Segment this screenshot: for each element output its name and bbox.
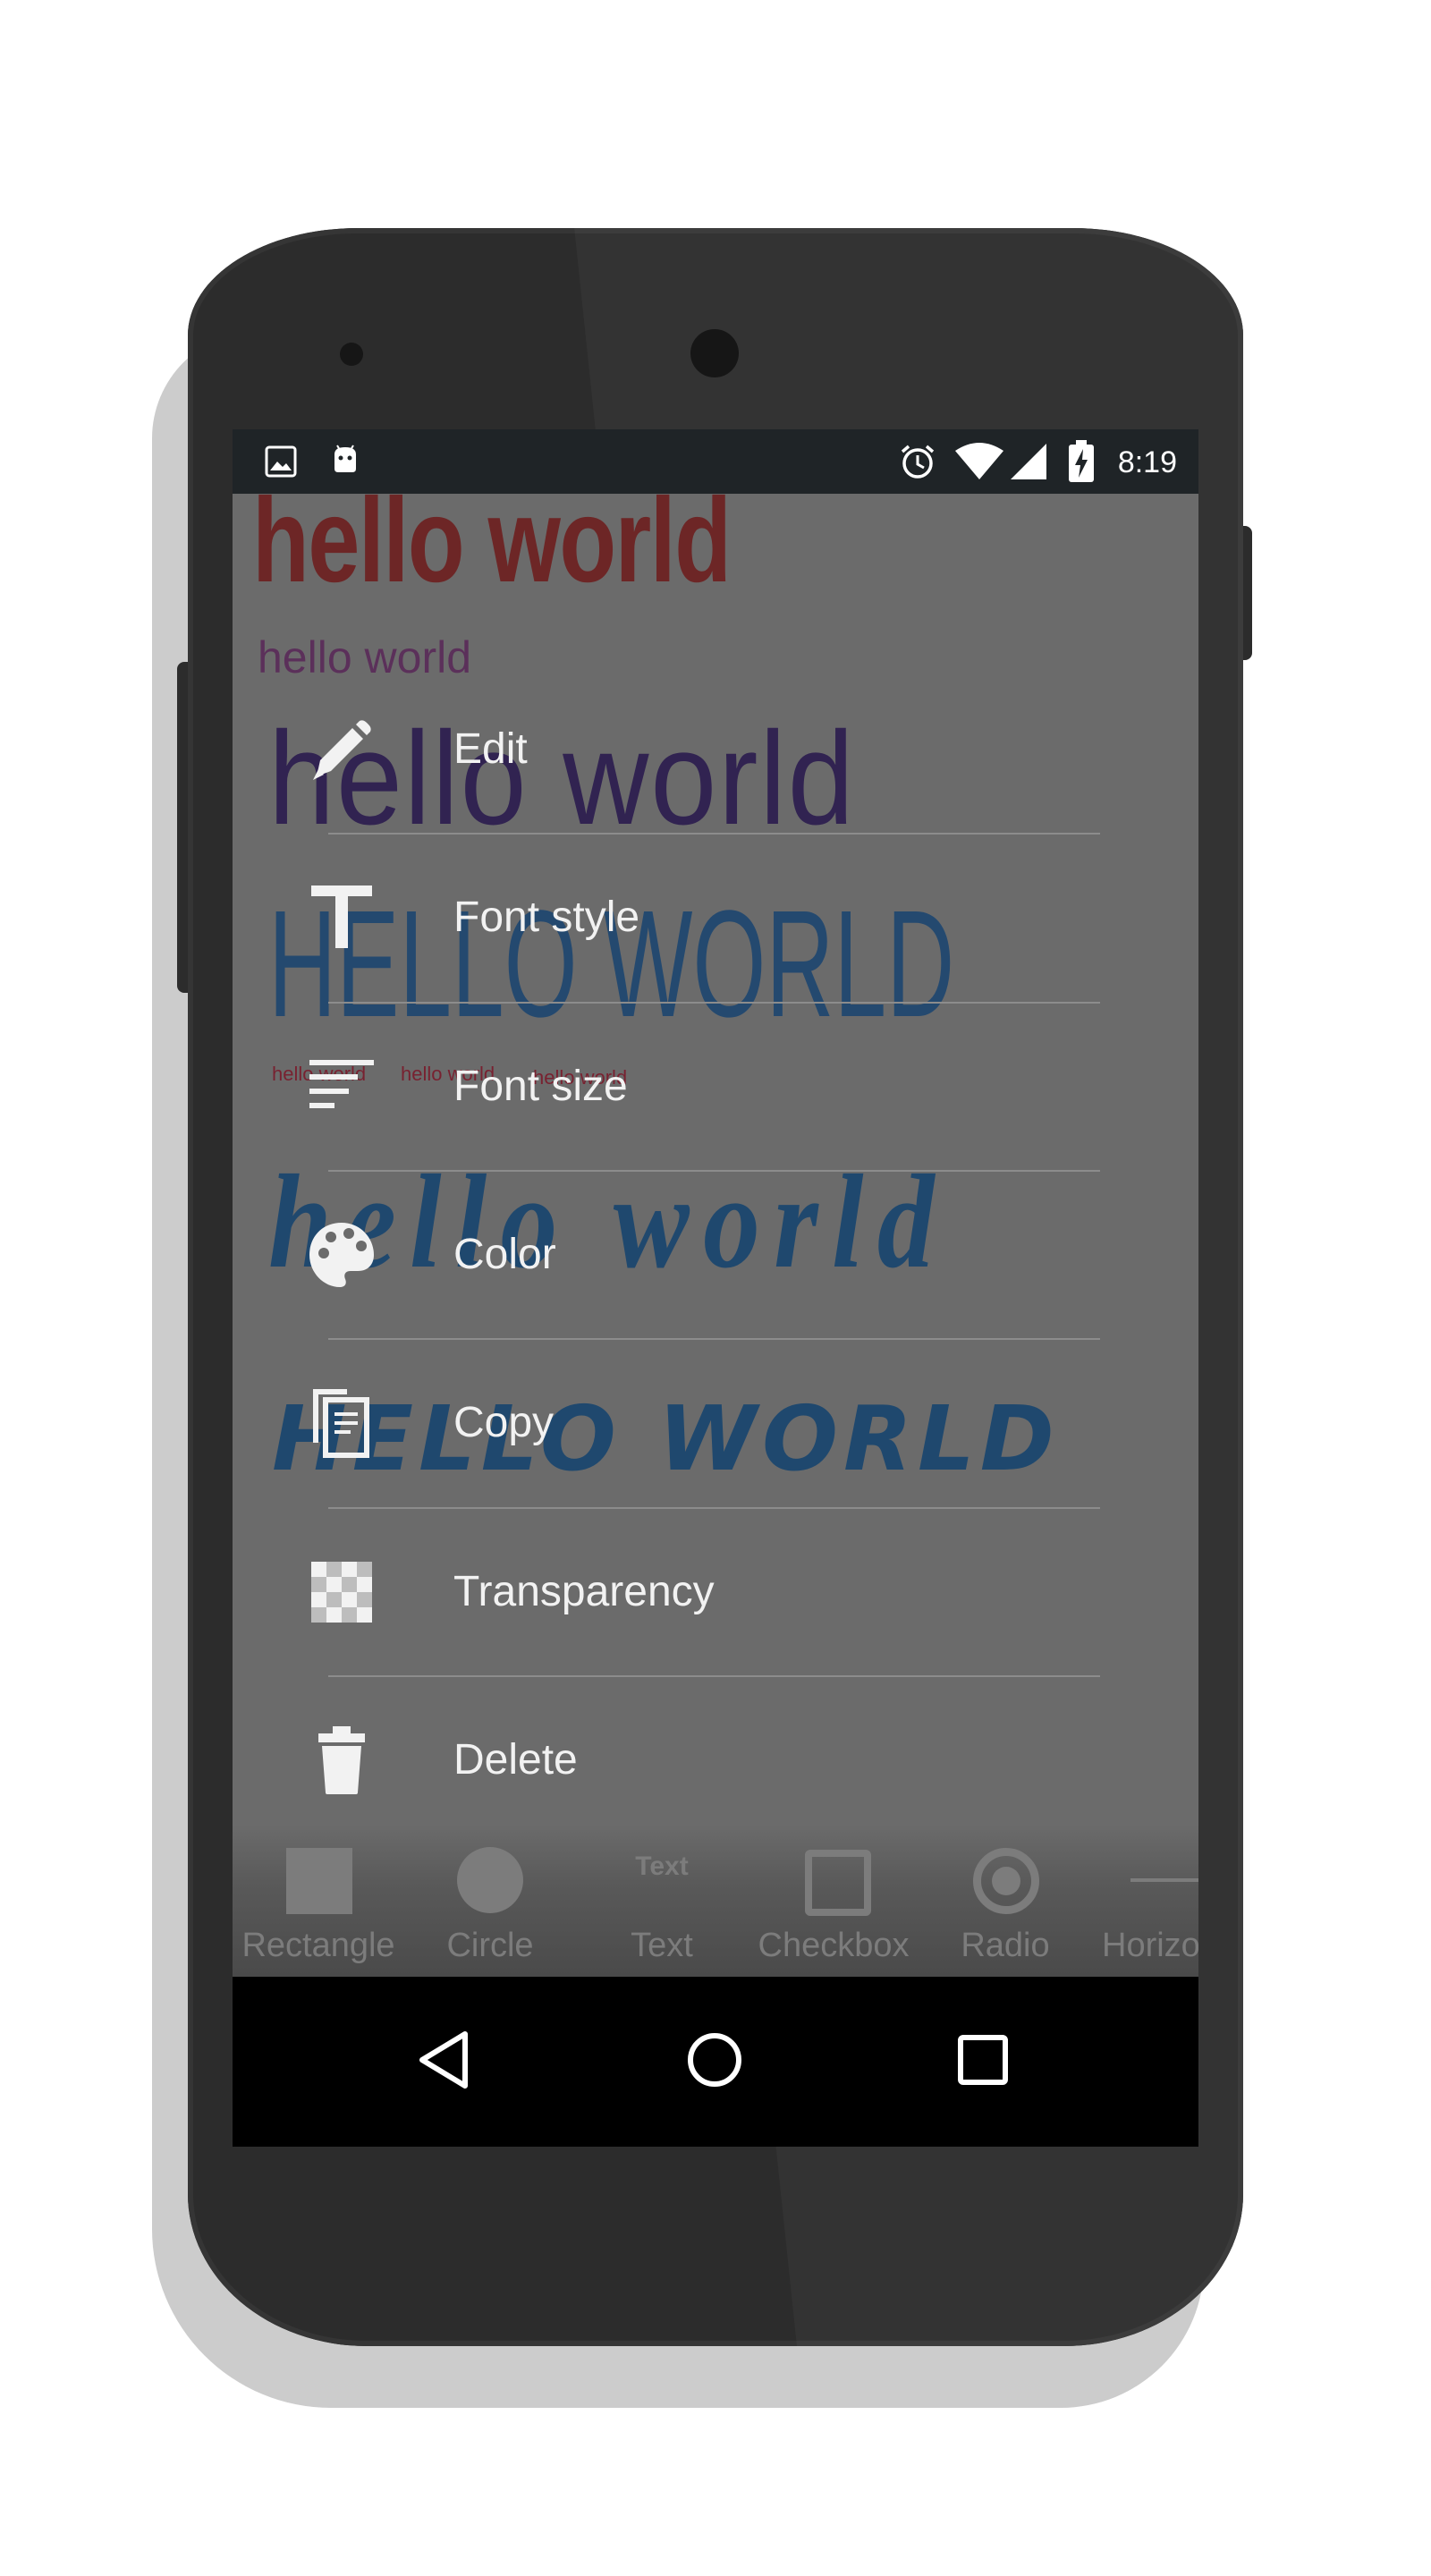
checkbox-icon — [805, 1850, 871, 1916]
pencil-icon — [313, 720, 371, 780]
recents-icon[interactable] — [957, 2034, 1009, 2086]
menu-item-label: Font style — [453, 894, 640, 941]
menu-item-label: Edit — [453, 725, 528, 773]
canvas-text-sample[interactable]: hello world — [252, 472, 732, 609]
menu-divider — [328, 1507, 1100, 1509]
rectangle-icon — [286, 1848, 352, 1914]
menu-item-font-style[interactable]: Font style — [233, 842, 1198, 994]
alarm-icon — [901, 445, 935, 479]
tool-label: Circle — [446, 1927, 534, 1964]
menu-item-color[interactable]: Color — [233, 1179, 1198, 1331]
back-icon[interactable] — [417, 2029, 474, 2091]
tool-horizontal-line[interactable]: Horizo — [1091, 1825, 1198, 1977]
tool-label: Radio — [961, 1927, 1050, 1964]
menu-item-label: Color — [453, 1231, 556, 1278]
wifi-icon — [955, 443, 1003, 479]
horizontal-line-icon — [1130, 1878, 1198, 1882]
tool-label: Horizo — [1102, 1927, 1198, 1964]
circle-icon — [457, 1847, 523, 1913]
status-time: 8:19 — [1117, 445, 1177, 479]
menu-item-transparency[interactable]: Transparency — [233, 1516, 1198, 1668]
tool-circle[interactable]: Circle — [404, 1825, 576, 1977]
menu-item-delete[interactable]: Delete — [233, 1684, 1198, 1836]
tool-text[interactable]: Text Text — [576, 1825, 748, 1977]
tool-label: Checkbox — [758, 1927, 910, 1964]
menu-divider — [328, 1002, 1100, 1004]
navigation-bar — [233, 1977, 1198, 2147]
menu-item-label: Font size — [453, 1063, 628, 1110]
menu-item-label: Copy — [453, 1399, 555, 1446]
format-lines-icon — [309, 1060, 374, 1108]
menu-divider — [328, 1338, 1100, 1340]
menu-item-font-size[interactable]: Font size — [233, 1011, 1198, 1163]
tool-rectangle[interactable]: Rectangle — [233, 1825, 404, 1977]
menu-item-copy[interactable]: Copy — [233, 1347, 1198, 1499]
widget-toolbar: Rectangle Circle Text Text Checkbox Radi… — [233, 1825, 1198, 1977]
battery-charging-icon — [1069, 440, 1094, 482]
trash-icon — [318, 1726, 365, 1794]
text-icon — [311, 886, 372, 948]
signal-icon — [1011, 444, 1046, 479]
palette-icon — [309, 1223, 374, 1287]
menu-item-label: Delete — [453, 1736, 578, 1784]
tool-checkbox[interactable]: Checkbox — [748, 1825, 919, 1977]
tool-radio[interactable]: Radio — [919, 1825, 1091, 1977]
menu-item-label: Transparency — [453, 1568, 715, 1615]
menu-divider — [328, 1170, 1100, 1172]
proximity-sensor — [340, 343, 363, 366]
menu-divider — [328, 833, 1100, 835]
copy-icon — [313, 1389, 369, 1458]
front-camera — [690, 329, 739, 377]
menu-divider — [328, 1675, 1100, 1677]
screen: 8:19 hello world hello world hello world… — [233, 429, 1198, 2147]
radio-icon — [973, 1848, 1039, 1914]
menu-item-edit[interactable]: Edit — [233, 674, 1198, 826]
tool-label: Rectangle — [241, 1927, 395, 1964]
home-icon[interactable] — [685, 2030, 744, 2089]
text-preview-icon: Text — [635, 1852, 689, 1881]
checkerboard-icon — [311, 1562, 372, 1623]
tool-label: Text — [631, 1927, 693, 1964]
